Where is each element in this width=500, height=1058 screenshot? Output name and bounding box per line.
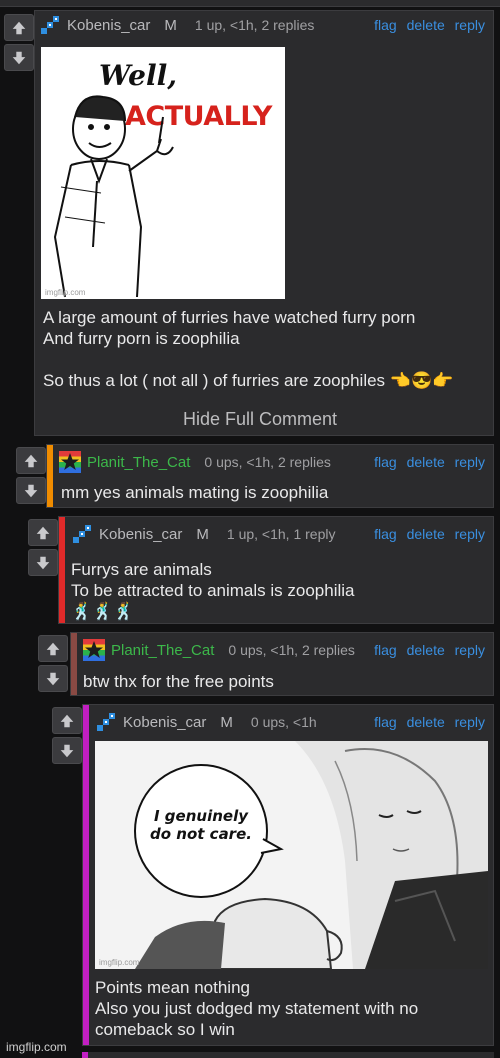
comment-4: Planit_The_Cat 0 ups, <1h, 2 replies fla… [70, 632, 494, 696]
downvote-button[interactable] [4, 44, 34, 71]
up-arrow-icon [24, 454, 38, 467]
username[interactable]: Kobenis_car [99, 526, 182, 543]
flag-link[interactable]: flag [374, 17, 397, 33]
reply-link[interactable]: reply [455, 17, 485, 33]
imgflip-watermark: imgflip.com [6, 1040, 67, 1054]
upvote-button[interactable] [4, 14, 34, 41]
comment-actions: flag delete reply [368, 17, 485, 33]
hide-full-comment-link[interactable]: Hide Full Comment [183, 409, 337, 430]
down-arrow-icon [46, 672, 60, 685]
reply-link[interactable]: reply [455, 454, 485, 470]
vote-controls [38, 635, 68, 695]
thread-accent-bar [47, 445, 53, 507]
flag-link[interactable]: flag [374, 714, 397, 730]
reply-link[interactable]: reply [455, 526, 485, 542]
vote-controls [4, 14, 34, 74]
up-arrow-icon [46, 642, 60, 655]
diagonal-pixel-icon [41, 16, 59, 34]
next-comment-edge [82, 1052, 494, 1058]
username[interactable]: Kobenis_car [123, 714, 206, 731]
meme-image-actually[interactable]: Well, ACTUALLY imgflip.com [41, 47, 285, 299]
vote-controls [28, 519, 58, 579]
comment-3: Kobenis_car M 1 up, <1h, 1 reply flag de… [58, 516, 494, 624]
mod-badge: M [164, 16, 177, 34]
thread-accent-bar [83, 705, 89, 1045]
comment-text: mm yes animals mating is zoophilia [61, 483, 329, 502]
comment-actions: flag delete reply [368, 526, 485, 542]
down-arrow-icon [36, 556, 50, 569]
down-arrow-icon [60, 744, 74, 757]
comment-actions: flag delete reply [368, 642, 485, 658]
pointing-man-illustration [53, 95, 174, 298]
rainbow-star-icon [83, 639, 105, 661]
diagonal-pixel-icon [97, 713, 115, 731]
thread-accent-bar [59, 517, 65, 623]
meme-credit: imgflip.com [99, 958, 140, 967]
up-arrow-icon [60, 714, 74, 727]
rainbow-star-icon [59, 451, 81, 473]
vote-controls [16, 447, 46, 507]
flag-link[interactable]: flag [374, 454, 397, 470]
comment-1: Kobenis_car M 1 up, <1h, 2 replies flag … [34, 10, 494, 436]
downvote-button[interactable] [28, 549, 58, 576]
mod-badge: M [220, 713, 233, 731]
comment-text: A large amount of furries have watched f… [43, 308, 454, 390]
comment-actions: flag delete reply [368, 714, 485, 730]
downvote-button[interactable] [38, 665, 68, 692]
comment-text: Points mean nothing Also you just dodged… [95, 978, 419, 1039]
thread-accent-bar [71, 633, 77, 695]
diagonal-pixel-icon [73, 525, 91, 543]
upvote-button[interactable] [52, 707, 82, 734]
comment-meta: 0 ups, <1h [250, 714, 317, 730]
mod-badge: M [196, 525, 209, 543]
upvote-button[interactable] [28, 519, 58, 546]
comment-meta: 0 ups, <1h, 2 replies [228, 642, 355, 658]
username[interactable]: Planit_The_Cat [87, 454, 190, 471]
meme-image-do-not-care[interactable]: I genuinely do not care. imgflip.com [95, 741, 488, 969]
delete-link[interactable]: delete [407, 454, 445, 470]
flag-link[interactable]: flag [374, 642, 397, 658]
upvote-button[interactable] [16, 447, 46, 474]
vote-controls [52, 707, 82, 767]
downvote-button[interactable] [52, 737, 82, 764]
username[interactable]: Kobenis_car [67, 17, 150, 34]
reply-link[interactable]: reply [455, 714, 485, 730]
down-arrow-icon [24, 484, 38, 497]
flag-link[interactable]: flag [374, 526, 397, 542]
comment-actions: flag delete reply [368, 454, 485, 470]
comment-meta: 0 ups, <1h, 2 replies [204, 454, 331, 470]
up-arrow-icon [36, 526, 50, 539]
delete-link[interactable]: delete [407, 642, 445, 658]
manga-woman-illustration [95, 741, 488, 969]
comment-meta: 1 up, <1h, 2 replies [194, 17, 315, 33]
top-edge [0, 0, 500, 7]
speech-bubble-text: I genuinely do not care. [150, 807, 252, 843]
comment-2: Planit_The_Cat 0 ups, <1h, 2 replies fla… [46, 444, 494, 508]
comment-text: btw thx for the free points [83, 672, 274, 691]
delete-link[interactable]: delete [407, 17, 445, 33]
downvote-button[interactable] [16, 477, 46, 504]
down-arrow-icon [12, 51, 26, 64]
username[interactable]: Planit_The_Cat [111, 642, 214, 659]
comment-5: Kobenis_car M 0 ups, <1h flag delete rep… [82, 704, 494, 1046]
reply-link[interactable]: reply [455, 642, 485, 658]
up-arrow-icon [12, 21, 26, 34]
delete-link[interactable]: delete [407, 714, 445, 730]
comment-text: Furrys are animals To be attracted to an… [71, 560, 355, 621]
upvote-button[interactable] [38, 635, 68, 662]
delete-link[interactable]: delete [407, 526, 445, 542]
meme-credit: imgflip.com [45, 288, 86, 297]
comment-meta: 1 up, <1h, 1 reply [226, 526, 336, 542]
